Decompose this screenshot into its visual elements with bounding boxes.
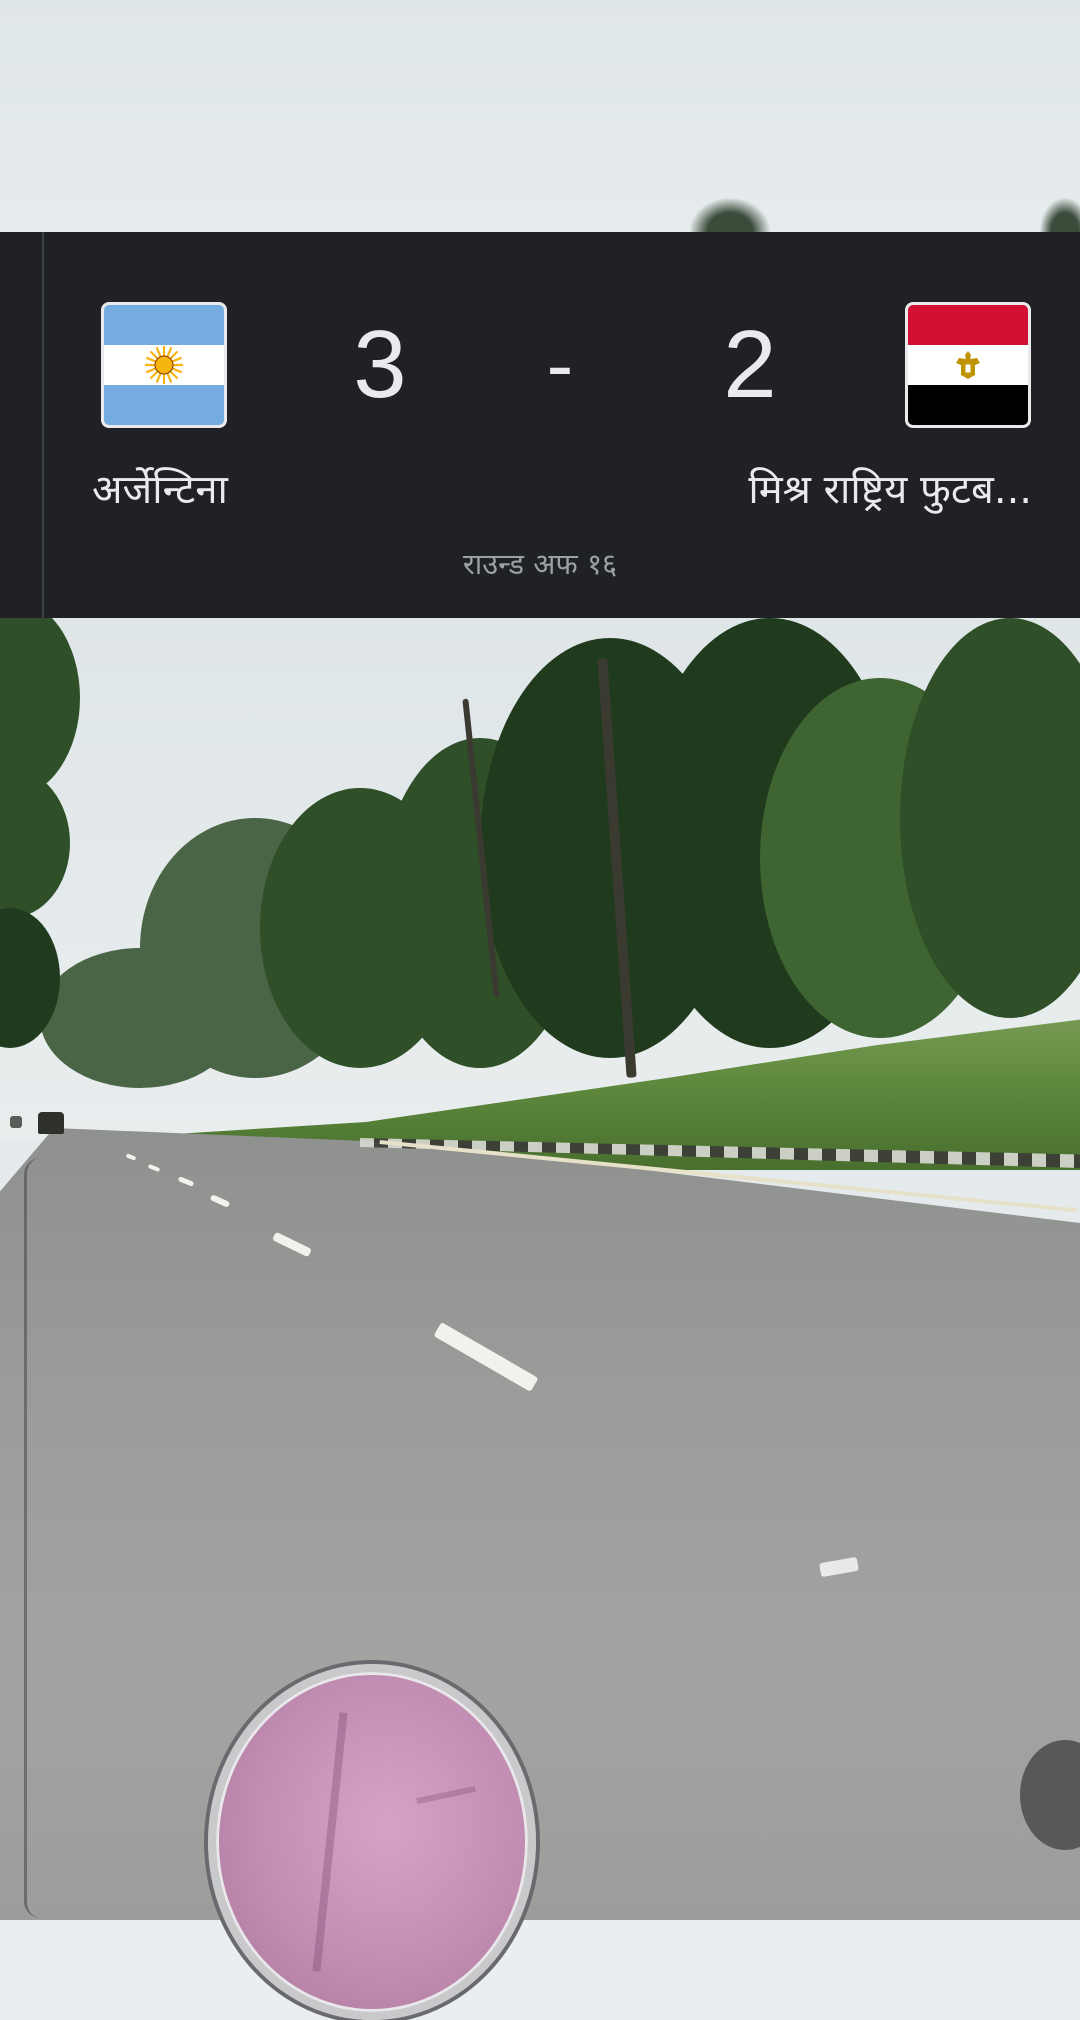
egypt-flag-icon (905, 302, 1031, 428)
score-separator: - (546, 320, 574, 409)
background-sky-top (0, 0, 1080, 232)
background-road-photo (0, 618, 1080, 1920)
background-tree-top (1040, 198, 1080, 232)
home-score: 3 (353, 311, 407, 418)
background-tree-top (690, 198, 770, 232)
eagle-of-saladin-icon (956, 351, 980, 379)
home-team-name[interactable]: अर्जेन्टिना (92, 460, 228, 520)
photo-road-crack (24, 1158, 57, 1918)
argentina-flag-icon (101, 302, 227, 428)
mirror-reflection-detail (416, 1785, 476, 1805)
distant-vehicle (10, 1116, 22, 1128)
photo-road (0, 1128, 1080, 1920)
sun-of-may-icon (145, 346, 183, 384)
away-score: 2 (723, 311, 777, 418)
motorcycle-mirror (208, 1664, 536, 2020)
away-team-name[interactable]: मिश्र राष्ट्रिय फुटब... (748, 460, 1032, 520)
distant-vehicle (38, 1112, 64, 1134)
match-stage: राउन्ड अफ १६ (462, 547, 618, 581)
mirror-reflection-detail (312, 1712, 348, 1972)
match-score-card[interactable]: 3 - 2 अर्जेन्टिना मिश्र राष्ट्रिय फुटब..… (0, 232, 1080, 618)
